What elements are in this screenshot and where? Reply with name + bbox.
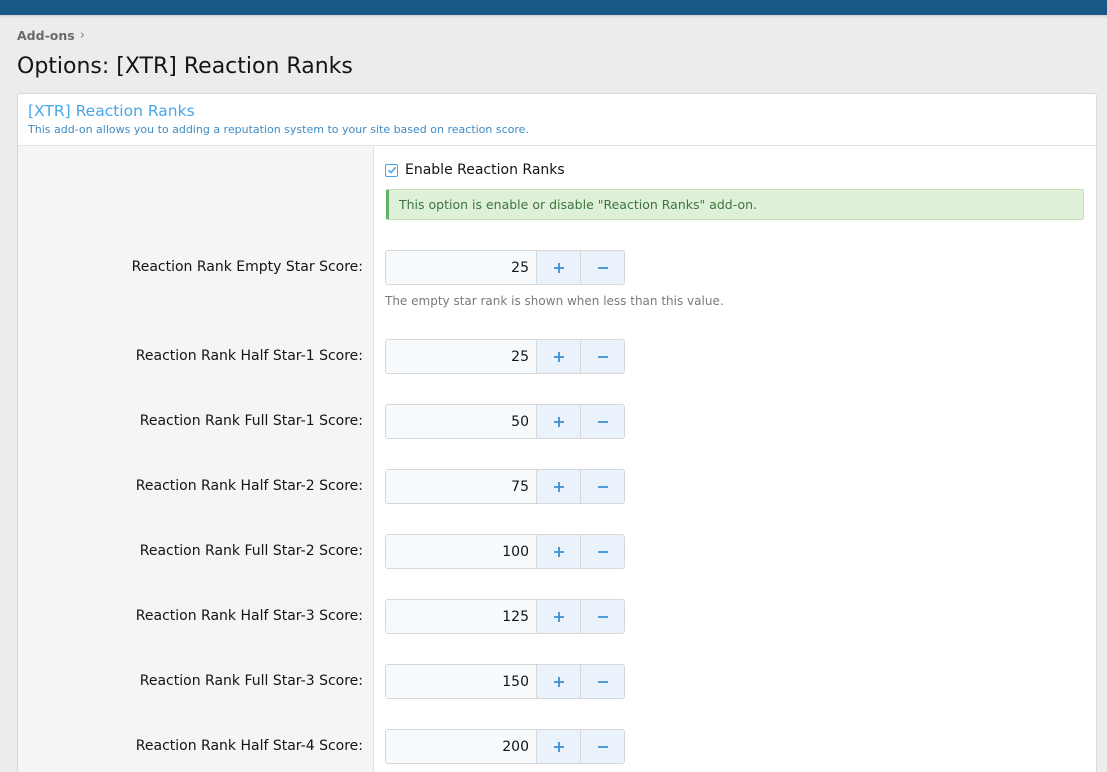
top-navigation-bar [0,0,1107,15]
half-star-1-score-input[interactable] [386,340,536,373]
option-label-full-star-1: Reaction Rank Full Star-1 Score: [139,413,363,429]
checkmark-icon [387,166,396,174]
decrement-button[interactable] [580,600,624,633]
spinbox-empty-star [385,250,625,285]
spinbox-full-star-2 [385,534,625,569]
breadcrumb-item-add-ons[interactable]: Add-ons [17,28,75,43]
decrement-button[interactable] [580,340,624,373]
enable-reaction-ranks-checkbox[interactable]: Enable Reaction Ranks [385,162,565,178]
increment-button[interactable] [536,470,580,503]
option-explain-empty-star: The empty star rank is shown when less t… [385,294,724,308]
options-block: [XTR] Reaction Ranks This add-on allows … [17,93,1097,772]
option-label-half-star-3: Reaction Rank Half Star-3 Score: [135,608,363,624]
checkbox-box[interactable] [385,163,398,177]
minus-icon [597,680,608,683]
increment-button[interactable] [536,405,580,438]
chevron-right-icon: › [79,28,85,43]
decrement-button[interactable] [580,730,624,763]
option-label-half-star-4: Reaction Rank Half Star-4 Score: [135,738,363,754]
full-star-1-score-input[interactable] [386,405,536,438]
spinbox-half-star-1 [385,339,625,374]
increment-button[interactable] [536,535,580,568]
empty-star-score-input[interactable] [386,251,536,284]
spinbox-half-star-3 [385,599,625,634]
minus-icon [597,615,608,618]
plus-icon [553,741,564,752]
option-label-empty-star: Reaction Rank Empty Star Score: [131,259,363,275]
option-note: This option is enable or disable "Reacti… [386,189,1084,220]
page-title: Options: [XTR] Reaction Ranks [17,54,353,79]
block-title[interactable]: [XTR] Reaction Ranks [28,102,1096,120]
minus-icon [597,745,608,748]
half-star-3-score-input[interactable] [386,600,536,633]
minus-icon [597,550,608,553]
minus-icon [597,485,608,488]
spinbox-half-star-4 [385,729,625,764]
option-label-half-star-1: Reaction Rank Half Star-1 Score: [135,348,363,364]
top-bar-shadow [0,15,1107,18]
minus-icon [597,266,608,269]
decrement-button[interactable] [580,405,624,438]
spinbox-half-star-2 [385,469,625,504]
full-star-3-score-input[interactable] [386,665,536,698]
plus-icon [553,611,564,622]
increment-button[interactable] [536,730,580,763]
decrement-button[interactable] [580,251,624,284]
full-star-2-score-input[interactable] [386,535,536,568]
minus-icon [597,355,608,358]
checkbox-label: Enable Reaction Ranks [405,162,565,178]
increment-button[interactable] [536,600,580,633]
breadcrumb: Add-ons › [17,28,85,43]
decrement-button[interactable] [580,470,624,503]
option-label-half-star-2: Reaction Rank Half Star-2 Score: [135,478,363,494]
decrement-button[interactable] [580,665,624,698]
block-description: This add-on allows you to adding a reput… [28,123,529,136]
plus-icon [553,546,564,557]
increment-button[interactable] [536,340,580,373]
block-header: [XTR] Reaction Ranks This add-on allows … [18,94,1096,146]
spinbox-full-star-1 [385,404,625,439]
plus-icon [553,416,564,427]
option-label-full-star-3: Reaction Rank Full Star-3 Score: [139,673,363,689]
plus-icon [553,351,564,362]
half-star-2-score-input[interactable] [386,470,536,503]
increment-button[interactable] [536,251,580,284]
minus-icon [597,420,608,423]
option-label-full-star-2: Reaction Rank Full Star-2 Score: [139,543,363,559]
spinbox-full-star-3 [385,664,625,699]
plus-icon [553,481,564,492]
decrement-button[interactable] [580,535,624,568]
plus-icon [553,262,564,273]
half-star-4-score-input[interactable] [386,730,536,763]
plus-icon [553,676,564,687]
increment-button[interactable] [536,665,580,698]
